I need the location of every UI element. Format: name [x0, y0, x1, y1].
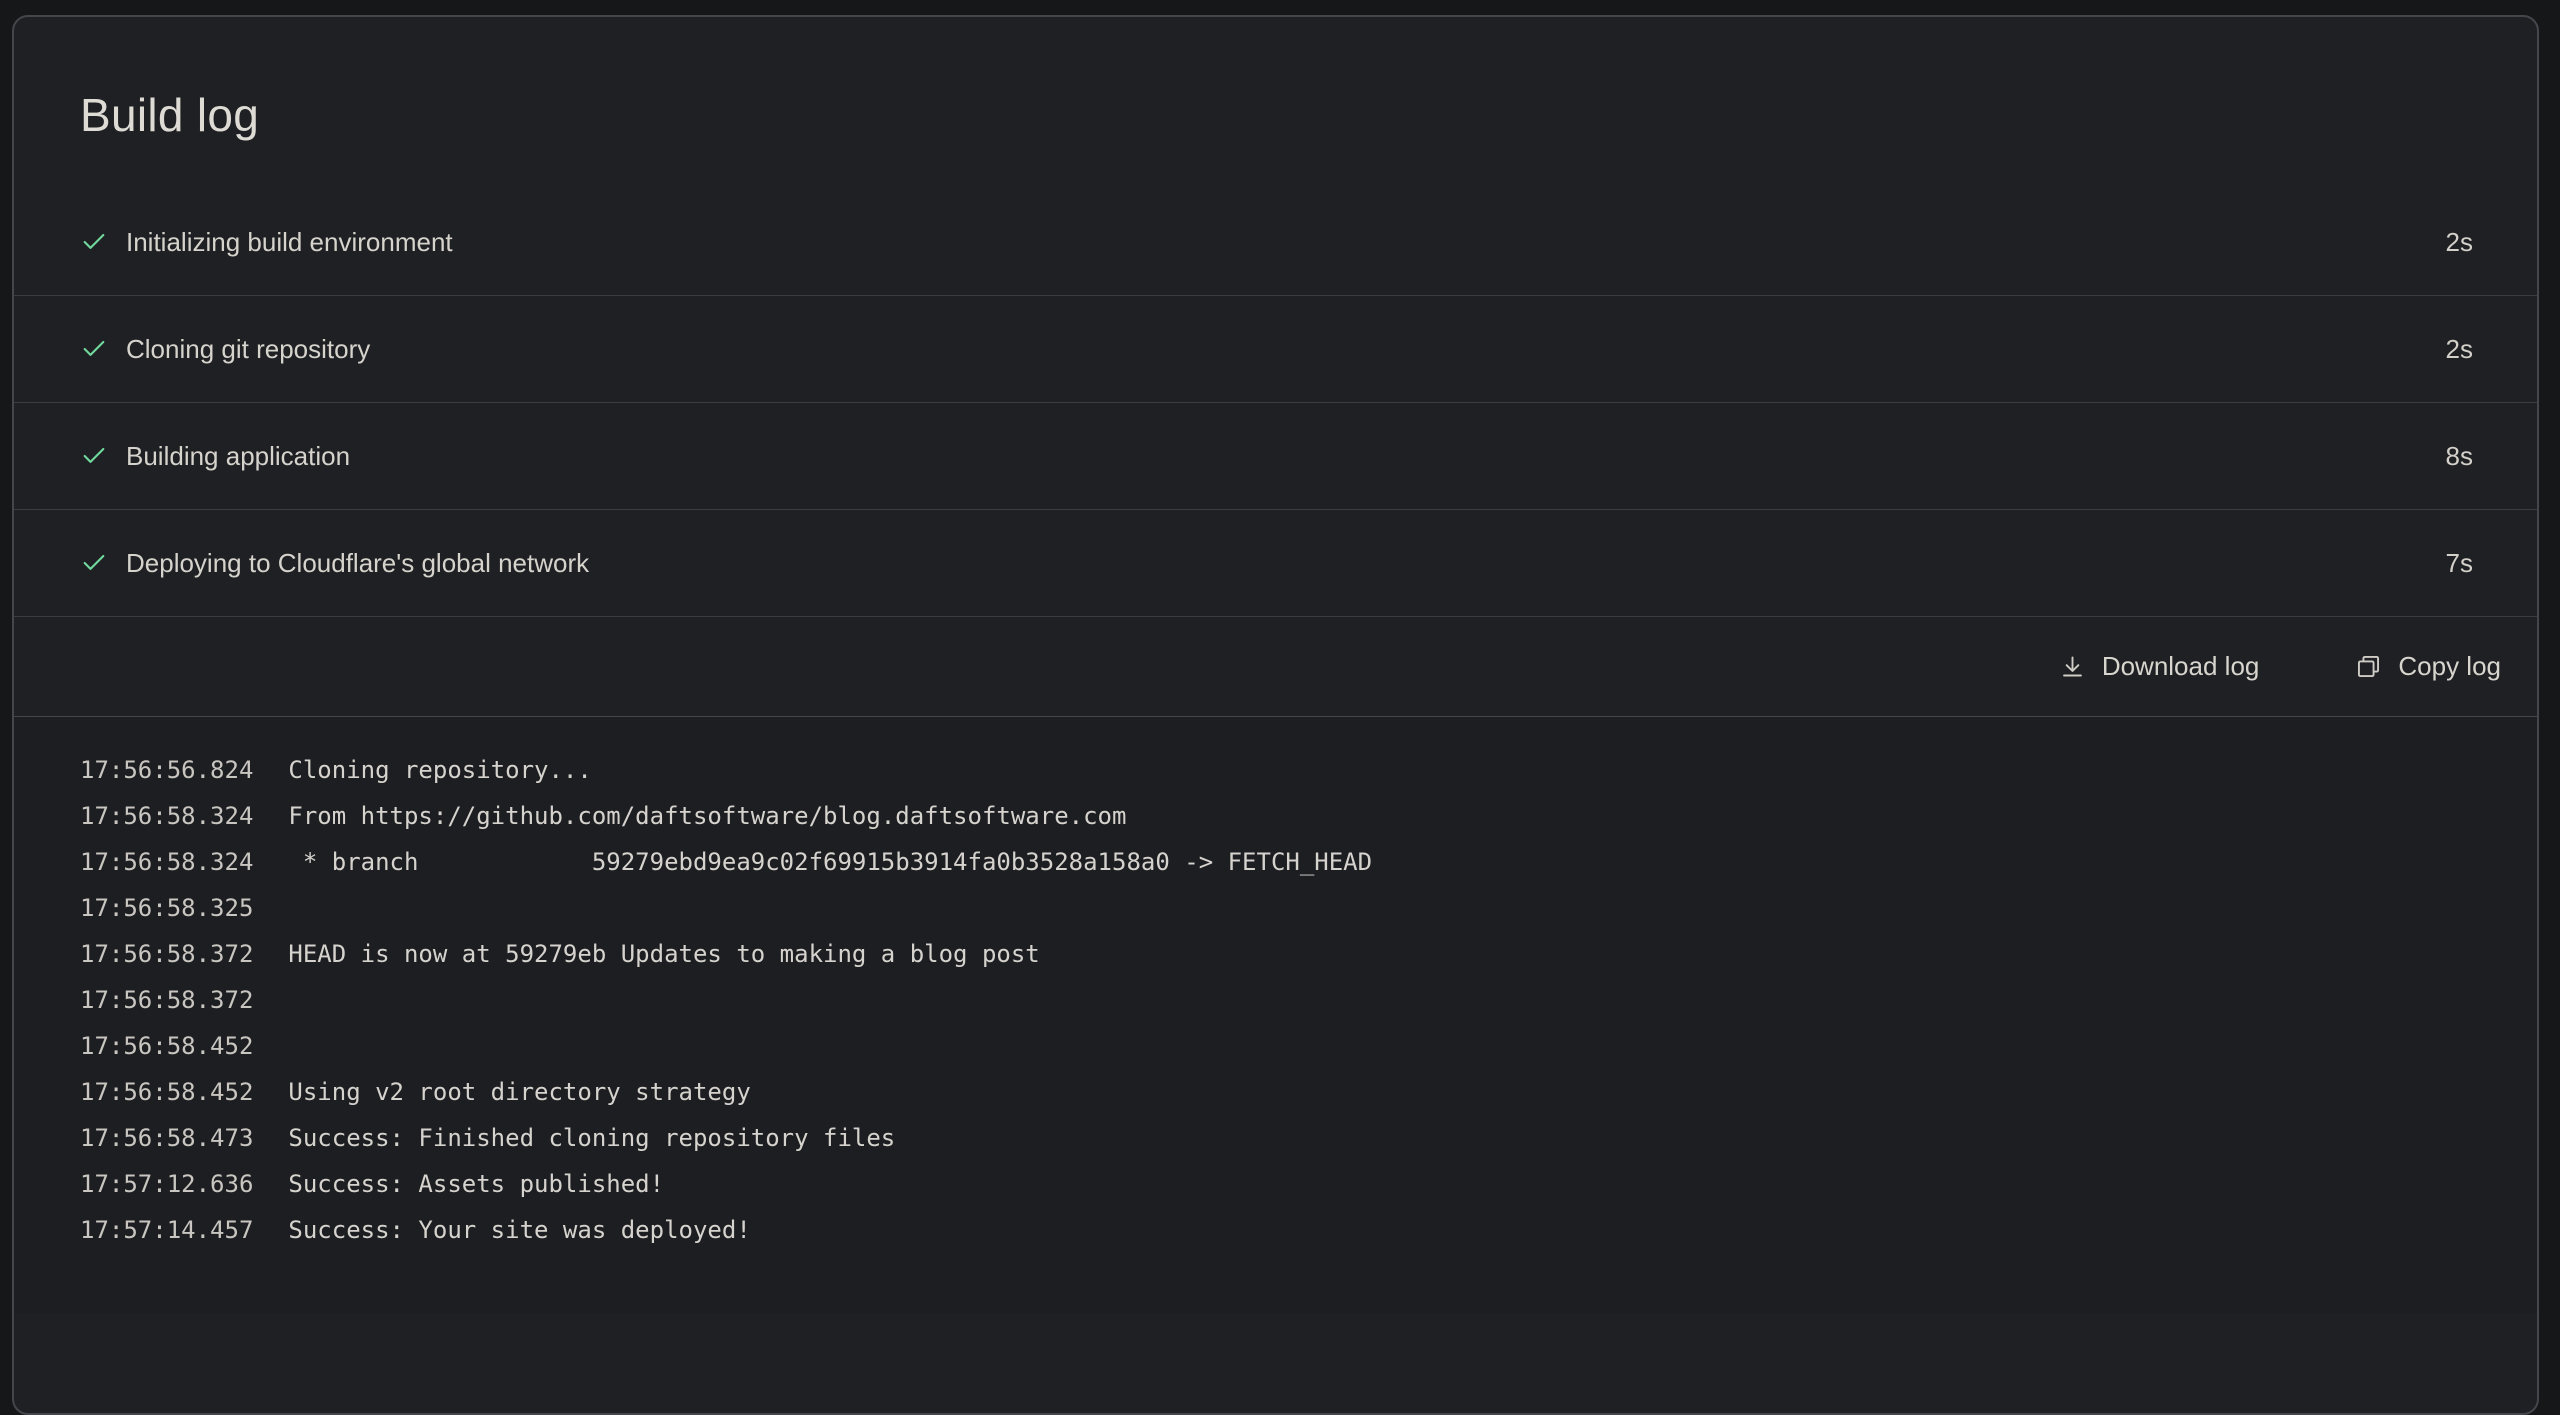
step-duration: 7s [2446, 548, 2473, 579]
step-label: Initializing build environment [126, 227, 453, 258]
build-log-panel: Build log Initializing build environment… [12, 15, 2539, 1415]
log-timestamp: 17:56:58.372 [80, 986, 253, 1014]
log-timestamp: 17:56:58.473 [80, 1124, 253, 1152]
check-icon [80, 442, 108, 470]
log-line: 17:56:58.473 Success: Finished cloning re… [80, 1115, 2473, 1161]
log-line: 17:56:56.824 Cloning repository... [80, 747, 2473, 793]
download-log-button[interactable]: Download log [2039, 637, 2280, 696]
log-output: 17:56:56.824 Cloning repository... 17:56:… [14, 717, 2537, 1313]
panel-header: Build log [14, 17, 2537, 189]
log-timestamp: 17:57:14.457 [80, 1216, 253, 1244]
log-timestamp: 17:56:58.324 [80, 848, 253, 876]
log-message: Success: Your site was deployed! [288, 1216, 750, 1244]
check-icon [80, 549, 108, 577]
page-title: Build log [80, 87, 2471, 143]
build-step-row: Cloning git repository 2s [14, 296, 2537, 403]
log-message: Cloning repository... [288, 756, 591, 784]
step-duration: 2s [2446, 227, 2473, 258]
build-steps-list: Initializing build environment 2s Clonin… [14, 189, 2537, 617]
log-timestamp: 17:56:58.324 [80, 802, 253, 830]
log-line: 17:56:58.324 From https://github.com/daft… [80, 793, 2473, 839]
log-line: 17:56:58.325 [80, 885, 2473, 931]
step-label: Cloning git repository [126, 334, 370, 365]
step-duration: 2s [2446, 334, 2473, 365]
log-timestamp: 17:56:58.452 [80, 1078, 253, 1106]
log-timestamp: 17:57:12.636 [80, 1170, 253, 1198]
download-log-label: Download log [2102, 651, 2260, 682]
copy-log-label: Copy log [2398, 651, 2501, 682]
log-timestamp: 17:56:58.372 [80, 940, 253, 968]
check-icon [80, 228, 108, 256]
step-label: Deploying to Cloudflare's global network [126, 548, 589, 579]
log-timestamp: 17:56:58.325 [80, 894, 253, 922]
log-line: 17:56:58.324 * branch 59279ebd9ea9c02f69… [80, 839, 2473, 885]
build-step-row: Deploying to Cloudflare's global network… [14, 510, 2537, 617]
download-icon [2059, 653, 2086, 680]
copy-icon [2355, 653, 2382, 680]
log-message: HEAD is now at 59279eb Updates to making… [288, 940, 1039, 968]
build-step-row: Initializing build environment 2s [14, 189, 2537, 296]
log-message: Success: Assets published! [288, 1170, 664, 1198]
log-line: 17:57:14.457 Success: Your site was deplo… [80, 1207, 2473, 1253]
log-actions-bar: Download log Copy log [14, 617, 2537, 717]
log-line: 17:56:58.452 [80, 1023, 2473, 1069]
log-message: * branch 59279ebd9ea9c02f69915b3914fa0b3… [288, 848, 1372, 876]
build-step-row: Building application 8s [14, 403, 2537, 510]
log-line: 17:56:58.372 [80, 977, 2473, 1023]
log-timestamp: 17:56:58.452 [80, 1032, 253, 1060]
log-line: 17:57:12.636 Success: Assets published! [80, 1161, 2473, 1207]
copy-log-button[interactable]: Copy log [2335, 637, 2521, 696]
check-icon [80, 335, 108, 363]
log-message: From https://github.com/daftsoftware/blo… [288, 802, 1126, 830]
step-label: Building application [126, 441, 350, 472]
log-message: Success: Finished cloning repository fil… [288, 1124, 895, 1152]
step-duration: 8s [2446, 441, 2473, 472]
log-message: Using v2 root directory strategy [288, 1078, 750, 1106]
log-timestamp: 17:56:56.824 [80, 756, 253, 784]
log-line: 17:56:58.372 HEAD is now at 59279eb Updat… [80, 931, 2473, 977]
log-line: 17:56:58.452 Using v2 root directory stra… [80, 1069, 2473, 1115]
